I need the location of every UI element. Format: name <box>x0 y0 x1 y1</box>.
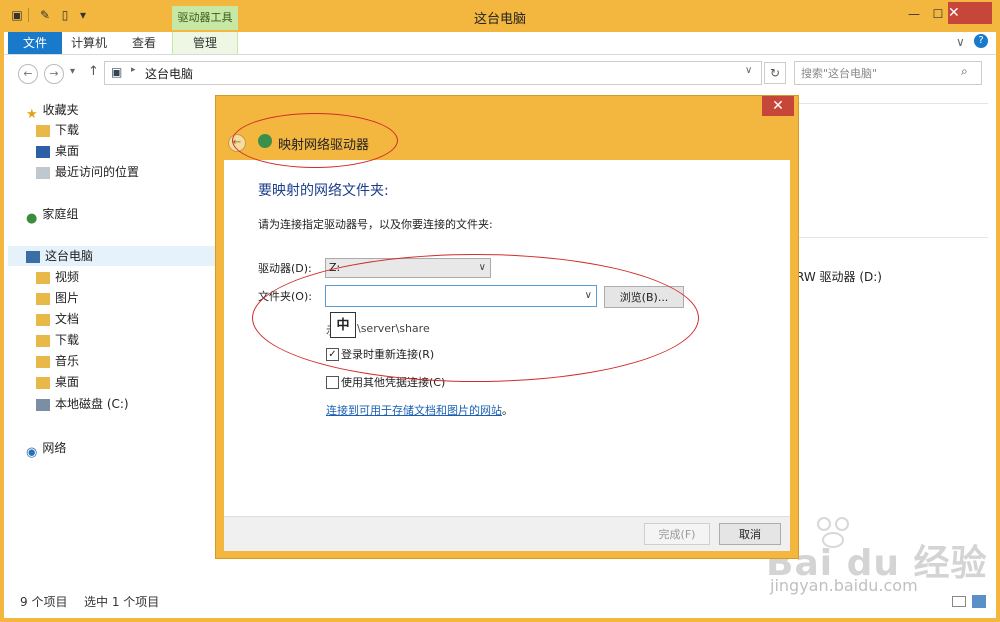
tab-computer[interactable]: 计算机 <box>64 32 114 54</box>
chevron-right-icon[interactable]: ▸ <box>131 65 136 75</box>
documents-folder-icon <box>36 313 50 326</box>
dialog-heading: 要映射的网络文件夹: <box>258 183 389 199</box>
tab-manage[interactable]: 管理 <box>172 32 238 54</box>
large-icons-view-icon[interactable] <box>972 595 986 608</box>
homegroup-icon: ● <box>26 210 38 226</box>
forward-button[interactable]: → <box>44 64 64 84</box>
sidebar-item-local-disk[interactable]: 本地磁盘 (C:) <box>36 394 129 414</box>
tab-file[interactable]: 文件 <box>8 32 62 54</box>
group-divider <box>798 103 988 104</box>
pictures-folder-icon <box>36 292 50 305</box>
group-divider <box>798 237 988 238</box>
tab-view[interactable]: 查看 <box>120 32 168 54</box>
desktop-folder-icon <box>36 376 50 389</box>
downloads-folder-icon <box>36 124 50 137</box>
window-title: 这台电脑 <box>473 12 526 27</box>
sidebar-item-homegroup[interactable]: ● 家庭组 <box>26 204 78 226</box>
sidebar-item-this-pc[interactable]: 这台电脑 <box>26 246 93 266</box>
finish-button[interactable]: 完成(F) <box>644 523 710 545</box>
close-button[interactable]: ✕ <box>948 2 992 24</box>
recent-places-icon <box>36 166 50 179</box>
sidebar-item-desktop-pc[interactable]: 桌面 <box>36 372 79 392</box>
item-count: 9 个项目 <box>20 595 68 609</box>
address-bar[interactable]: ▣ ▸ 这台电脑 ∨ <box>104 61 762 85</box>
search-placeholder[interactable]: 搜索"这台电脑" <box>801 65 877 81</box>
storage-website-link-row: 连接到可用于存储文档和图片的网站。 <box>326 404 513 417</box>
navigation-bar: ← → ▾ ↑ ▣ ▸ 这台电脑 ∨ ↻ 搜索"这台电脑" ⌕ <box>4 57 996 89</box>
sidebar-item-videos[interactable]: 视频 <box>36 267 79 287</box>
chevron-down-icon[interactable]: ∨ <box>956 35 965 49</box>
address-text[interactable]: 这台电脑 <box>145 65 193 82</box>
sidebar-item-recent-places[interactable]: 最近访问的位置 <box>36 162 139 182</box>
desktop-icon <box>36 145 50 158</box>
refresh-icon[interactable]: ↻ <box>764 62 786 84</box>
up-button[interactable]: ↑ <box>88 64 99 79</box>
ribbon-tabs: 文件 计算机 查看 管理 ∨ ? <box>4 32 996 55</box>
help-icon[interactable]: ? <box>974 34 988 48</box>
annotation-ellipse-fields <box>252 254 699 382</box>
cancel-button[interactable]: 取消 <box>719 523 781 545</box>
dvd-drive-item[interactable]: RW 驱动器 (D:) <box>796 268 882 285</box>
drive-label: 驱动器(D): <box>258 262 312 275</box>
sidebar-item-downloads-pc[interactable]: 下载 <box>36 330 79 350</box>
star-icon: ★ <box>26 106 38 122</box>
dialog-footer: 完成(F) 取消 <box>224 516 790 551</box>
watermark-url: jingyan.baidu.com <box>770 576 918 595</box>
search-box[interactable]: 搜索"这台电脑" ⌕ <box>794 61 982 85</box>
downloads-folder-icon <box>36 334 50 347</box>
recent-locations-button[interactable]: ▾ <box>70 66 75 77</box>
other-credentials-checkbox[interactable] <box>326 376 339 389</box>
back-button[interactable]: ← <box>18 64 38 84</box>
dialog-instruction: 请为连接指定驱动器号，以及你要连接的文件夹: <box>258 218 493 231</box>
dialog-close-button[interactable]: ✕ <box>762 96 794 116</box>
sidebar-item-downloads[interactable]: 下载 <box>36 120 79 140</box>
hard-drive-icon <box>36 398 50 411</box>
sidebar-item-desktop[interactable]: 桌面 <box>36 141 79 161</box>
network-icon: ◉ <box>26 444 38 460</box>
sidebar-item-pictures[interactable]: 图片 <box>36 288 79 308</box>
sidebar-item-favorites[interactable]: ★ 收藏夹 <box>26 100 79 122</box>
computer-icon <box>26 250 40 263</box>
annotation-ellipse-title <box>232 113 398 168</box>
selected-count: 选中 1 个项目 <box>84 595 160 609</box>
navigation-pane: ★ 收藏夹 下载 桌面 最近访问的位置 ● 家庭组 这台电脑 视频 图片 文档 下载 <box>4 98 216 588</box>
storage-website-link[interactable]: 连接到可用于存储文档和图片的网站 <box>326 404 502 417</box>
search-icon[interactable]: ⌕ <box>961 64 968 79</box>
videos-folder-icon <box>36 271 50 284</box>
chevron-down-icon[interactable]: ∨ <box>745 65 752 76</box>
sidebar-item-network[interactable]: ◉ 网络 <box>26 438 66 460</box>
title-bar: ▣ ✎ ▯ ▾ 驱动器工具 这台电脑 — ☐ ✕ <box>4 0 996 32</box>
music-folder-icon <box>36 355 50 368</box>
computer-icon: ▣ <box>111 65 123 79</box>
sidebar-item-documents[interactable]: 文档 <box>36 309 79 329</box>
sidebar-item-music[interactable]: 音乐 <box>36 351 79 371</box>
